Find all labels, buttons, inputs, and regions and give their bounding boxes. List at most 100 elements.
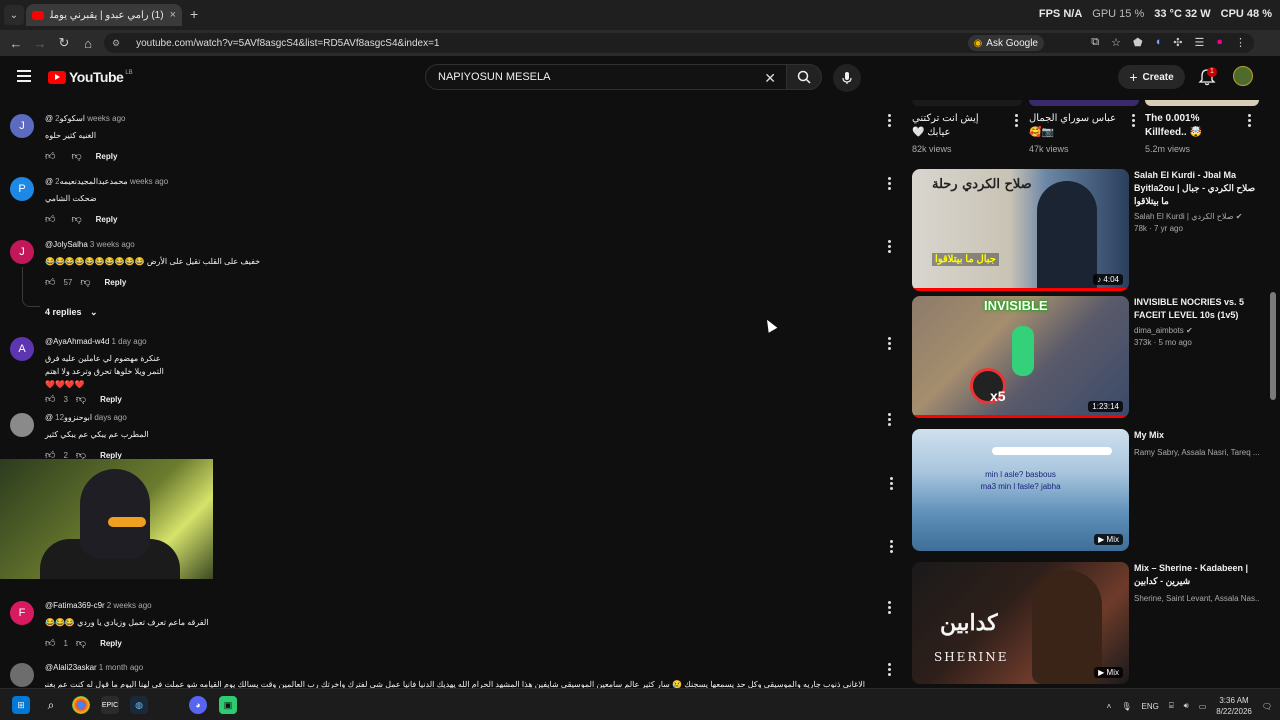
- comment-avatar[interactable]: [10, 663, 34, 687]
- browser-menu-icon[interactable]: ⋮: [1235, 36, 1246, 49]
- address-bar[interactable]: ⚙ youtube.com/watch?v=5AVf8asgcS4&list=R…: [104, 33, 1254, 53]
- comment-menu-icon[interactable]: [885, 477, 897, 490]
- network-icon[interactable]: ⌸: [1169, 701, 1174, 711]
- tray-overflow-icon[interactable]: ˄: [1107, 702, 1112, 711]
- comment-time[interactable]: 1 month ago: [99, 663, 143, 672]
- comment-author[interactable]: @Fatima369-c9r: [45, 601, 105, 610]
- channel-name[interactable]: Salah El Kurdi | صلاح الكردي: [1134, 212, 1234, 221]
- notifications-icon[interactable]: 🗨︎: [1262, 702, 1272, 711]
- epic-games-icon[interactable]: EPIC: [101, 696, 119, 714]
- dislike-icon[interactable]: 👎︎: [71, 150, 81, 162]
- youtube-logo[interactable]: YouTube LB: [48, 69, 133, 85]
- comment-menu-icon[interactable]: [883, 413, 895, 426]
- related-video[interactable]: صلاح الكردي رحلة جبال ما بيتلاقوا ♪ 4:04…: [912, 169, 1260, 291]
- comment-time[interactable]: 2 weeks ago: [107, 601, 152, 610]
- dislike-icon[interactable]: 👎︎: [71, 213, 81, 225]
- comment-avatar[interactable]: A: [10, 337, 34, 361]
- browser-tab[interactable]: (1) رامي عبدو | يقبرني يومك خد... ×: [26, 4, 182, 26]
- forward-arrow-icon[interactable]: →: [28, 36, 52, 51]
- comment-author[interactable]: @ابوحنزوو: [45, 413, 92, 422]
- reply-button[interactable]: Reply: [96, 215, 118, 224]
- comment-avatar[interactable]: [10, 413, 34, 437]
- windows-start-icon[interactable]: ⊞: [12, 696, 30, 714]
- like-icon[interactable]: 👍︎: [45, 276, 55, 288]
- back-arrow-icon[interactable]: ←: [4, 36, 28, 51]
- related-video[interactable]: INVISIBLE x5 1:23:14 INVISIBLE NOCRIES v…: [912, 296, 1260, 418]
- short-card[interactable]: The 0.001% Killfeed.. 🤯 5.2m views: [1145, 112, 1255, 154]
- account-avatar[interactable]: [1233, 66, 1253, 86]
- tab-close-icon[interactable]: ×: [170, 9, 176, 21]
- app-icon[interactable]: ▣: [219, 696, 237, 714]
- comment-author[interactable]: @JolySalha: [45, 240, 88, 249]
- create-button[interactable]: + Create: [1118, 65, 1185, 89]
- comment-menu-icon[interactable]: [885, 540, 897, 553]
- comment-author[interactable]: @Alali23askar: [45, 663, 97, 672]
- comment-author[interactable]: @AyaAhmad-w4d: [45, 337, 109, 346]
- like-icon[interactable]: 👍︎: [45, 637, 55, 649]
- related-video[interactable]: كدابين SHERINE ▶ Mix Mix – Sherine - Kad…: [912, 562, 1260, 684]
- dislike-icon[interactable]: 👎︎: [76, 637, 86, 649]
- chrome-icon[interactable]: [72, 696, 90, 714]
- language-indicator[interactable]: ENG: [1141, 702, 1158, 711]
- short-menu-icon[interactable]: [1243, 114, 1255, 127]
- search-button[interactable]: [786, 64, 822, 90]
- reload-icon[interactable]: ↻: [52, 35, 76, 51]
- comment-avatar[interactable]: J: [10, 240, 34, 264]
- translate-extension-icon[interactable]: ◖: [1155, 36, 1162, 49]
- comment-menu-icon[interactable]: [883, 337, 895, 350]
- comment-author[interactable]: @اسكوكو: [45, 114, 85, 123]
- clock[interactable]: 3:36 AM 8/22/2026: [1216, 695, 1252, 717]
- volume-icon[interactable]: 🔊︎: [1184, 701, 1189, 711]
- reply-button[interactable]: Reply: [105, 278, 127, 287]
- steam-icon[interactable]: ◍: [130, 696, 148, 714]
- short-thumbnail[interactable]: [1145, 100, 1259, 106]
- video-title[interactable]: Mix – Sherine - Kadabeen | شيرين - كدابي…: [1134, 562, 1260, 588]
- bookmark-star-icon[interactable]: ☆: [1111, 36, 1121, 49]
- like-icon[interactable]: 👍︎: [45, 393, 55, 405]
- like-icon[interactable]: 👍︎: [45, 150, 55, 162]
- tab-list-button[interactable]: ⌄: [4, 5, 24, 25]
- comment-menu-icon[interactable]: [883, 114, 895, 127]
- search-query[interactable]: NAPIYOSUN MESELA: [438, 71, 550, 83]
- page-scrollbar-thumb[interactable]: [1270, 292, 1276, 400]
- discord-icon[interactable]: ◕: [189, 696, 207, 714]
- reply-button[interactable]: Reply: [96, 152, 118, 161]
- ask-google-button[interactable]: ◉ Ask Google: [967, 35, 1044, 51]
- reply-button[interactable]: Reply: [100, 395, 122, 404]
- url-text[interactable]: youtube.com/watch?v=5AVf8asgcS4&list=RD5…: [136, 38, 439, 49]
- voice-search-button[interactable]: [833, 64, 861, 92]
- short-title[interactable]: The 0.001% Killfeed.. 🤯: [1145, 112, 1225, 140]
- comment-time[interactable]: 3 weeks ago: [90, 240, 135, 249]
- install-app-icon[interactable]: ⧉: [1091, 36, 1099, 49]
- mix-artists[interactable]: Ramy Sabry, Assala Nasri, Tareq ...: [1134, 448, 1260, 457]
- search-input[interactable]: NAPIYOSUN MESELA ✕: [425, 64, 787, 90]
- new-tab-button[interactable]: +: [190, 6, 198, 22]
- short-thumbnail[interactable]: [1029, 100, 1139, 106]
- site-info-icon[interactable]: ⚙: [112, 38, 120, 49]
- comment-avatar[interactable]: F: [10, 601, 34, 625]
- microphone-tray-icon[interactable]: 🎙︎: [1121, 702, 1131, 711]
- guide-menu-icon[interactable]: [17, 70, 31, 82]
- video-title[interactable]: My Mix: [1134, 429, 1260, 442]
- reply-button[interactable]: Reply: [100, 639, 122, 648]
- video-thumbnail[interactable]: كدابين SHERINE ▶ Mix: [912, 562, 1129, 684]
- video-thumbnail[interactable]: min l asle? basbous ma3 min l fasle? jab…: [912, 429, 1129, 551]
- home-icon[interactable]: ⌂: [76, 36, 100, 51]
- short-title[interactable]: عباس سوراي الجمال 📷🥰: [1029, 112, 1119, 140]
- extensions-puzzle-icon[interactable]: ✣: [1173, 36, 1182, 49]
- channel-name[interactable]: dima_aimbots: [1134, 326, 1184, 335]
- short-title[interactable]: إيش انت تركتني عيابك 🤍: [912, 112, 1002, 140]
- video-title[interactable]: INVISIBLE NOCRIES vs. 5 FACEIT LEVEL 10s…: [1134, 296, 1260, 322]
- comment-avatar[interactable]: J: [10, 114, 34, 138]
- video-thumbnail[interactable]: صلاح الكردي رحلة جبال ما بيتلاقوا ♪ 4:04: [912, 169, 1129, 291]
- video-thumbnail[interactable]: INVISIBLE x5 1:23:14: [912, 296, 1129, 418]
- comment-avatar[interactable]: P: [10, 177, 34, 201]
- short-menu-icon[interactable]: [1127, 114, 1139, 127]
- related-video[interactable]: min l asle? basbous ma3 min l fasle? jab…: [912, 429, 1260, 551]
- clear-search-icon[interactable]: ✕: [764, 70, 776, 87]
- dislike-icon[interactable]: 👎︎: [80, 276, 90, 288]
- comment-menu-icon[interactable]: [883, 177, 895, 190]
- dislike-icon[interactable]: 👎︎: [76, 393, 86, 405]
- mix-artists[interactable]: Sherine, Saint Levant, Assala Nas...: [1134, 594, 1260, 603]
- battery-icon[interactable]: ▭: [1199, 702, 1207, 711]
